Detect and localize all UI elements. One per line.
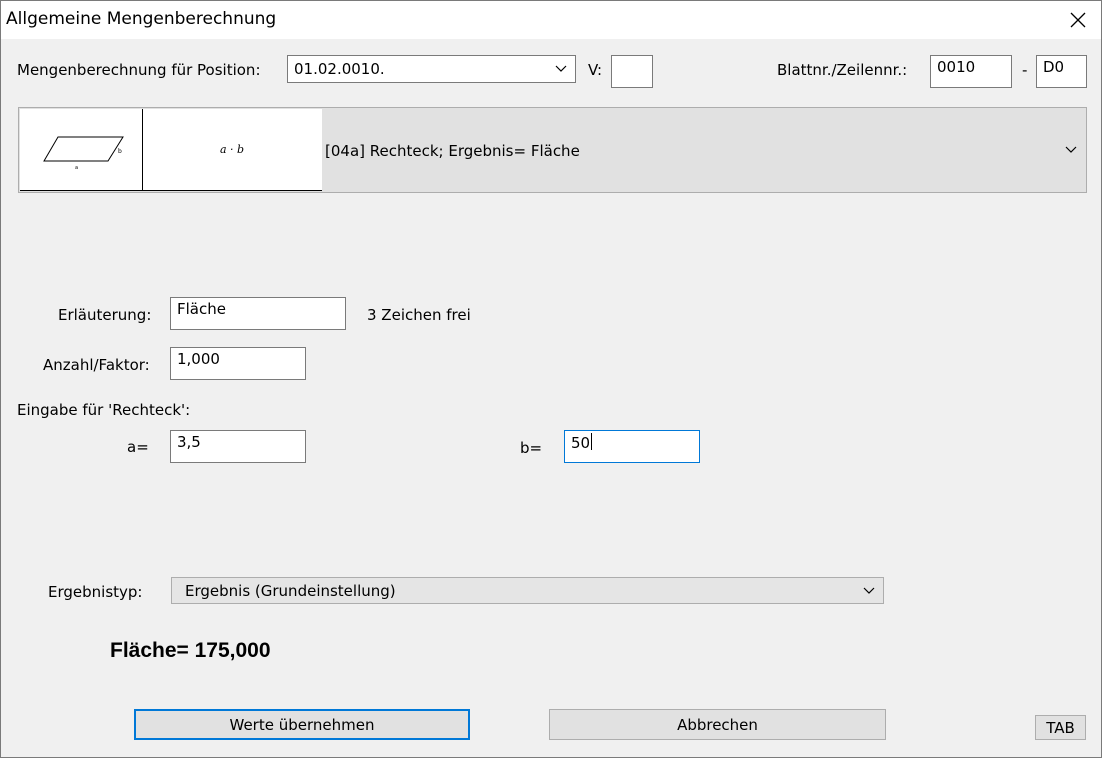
formula-dropdown[interactable]: a b a · b [04a] Rechteck; Ergebnis= Fläc… <box>18 107 1087 193</box>
blatt-separator: - <box>1022 61 1028 79</box>
position-label: Mengenberechnung für Position: <box>17 61 261 79</box>
blatt-input[interactable]: 0010 <box>930 55 1012 88</box>
b-label: b= <box>520 439 543 457</box>
erlaeuterung-label: Erläuterung: <box>58 306 152 324</box>
b-value: 50 <box>571 434 591 452</box>
anzahl-label: Anzahl/Faktor: <box>43 356 150 374</box>
result-text: Fläche= 175,000 <box>110 639 271 662</box>
title-bar: Allgemeine Mengenberechnung <box>1 1 1101 39</box>
anzahl-input[interactable]: 1,000 <box>170 347 306 380</box>
erlaeuterung-input[interactable]: Fläche <box>170 297 346 330</box>
eingabe-label: Eingabe für 'Rechteck': <box>17 401 191 419</box>
chevron-down-icon <box>555 65 567 72</box>
text-cursor <box>591 433 593 450</box>
dialog-window: Allgemeine Mengenberechnung Mengenberech… <box>0 0 1102 758</box>
a-input[interactable]: 3,5 <box>170 430 306 463</box>
position-select[interactable]: 01.02.0010. <box>287 55 576 83</box>
preview-underline <box>20 190 322 191</box>
tab-button[interactable]: TAB <box>1035 715 1086 740</box>
rectangle-sketch-icon: a b <box>43 136 124 171</box>
formula-preview: a b a · b <box>20 109 322 191</box>
formula-expression: a · b <box>220 143 245 156</box>
zeile-input[interactable]: D0 <box>1036 55 1087 88</box>
b-input[interactable]: 50 <box>564 430 700 463</box>
blatt-label: Blattnr./Zeilennr.: <box>777 61 908 79</box>
position-value: 01.02.0010. <box>294 60 385 78</box>
formula-selected: [04a] Rechteck; Ergebnis= Fläche <box>325 142 580 160</box>
chevron-down-icon <box>863 587 875 594</box>
v-label: V: <box>588 61 603 79</box>
close-button[interactable] <box>1055 1 1101 39</box>
preview-divider <box>142 109 143 191</box>
ergebnistyp-value: Ergebnis (Grundeinstellung) <box>185 582 396 600</box>
v-input[interactable] <box>611 55 653 88</box>
chevron-down-icon <box>1065 146 1077 153</box>
window-title: Allgemeine Mengenberechnung <box>6 9 277 29</box>
chars-free-text: 3 Zeichen frei <box>367 306 471 324</box>
ergebnistyp-label: Ergebnistyp: <box>48 583 143 601</box>
sketch-label-b: b <box>118 148 122 155</box>
close-icon <box>1070 12 1086 28</box>
apply-button[interactable]: Werte übernehmen <box>134 709 470 740</box>
cancel-button[interactable]: Abbrechen <box>549 709 886 740</box>
a-label: a= <box>127 438 149 456</box>
sketch-label-a: a <box>75 165 78 171</box>
ergebnistyp-select[interactable]: Ergebnis (Grundeinstellung) <box>171 577 884 604</box>
